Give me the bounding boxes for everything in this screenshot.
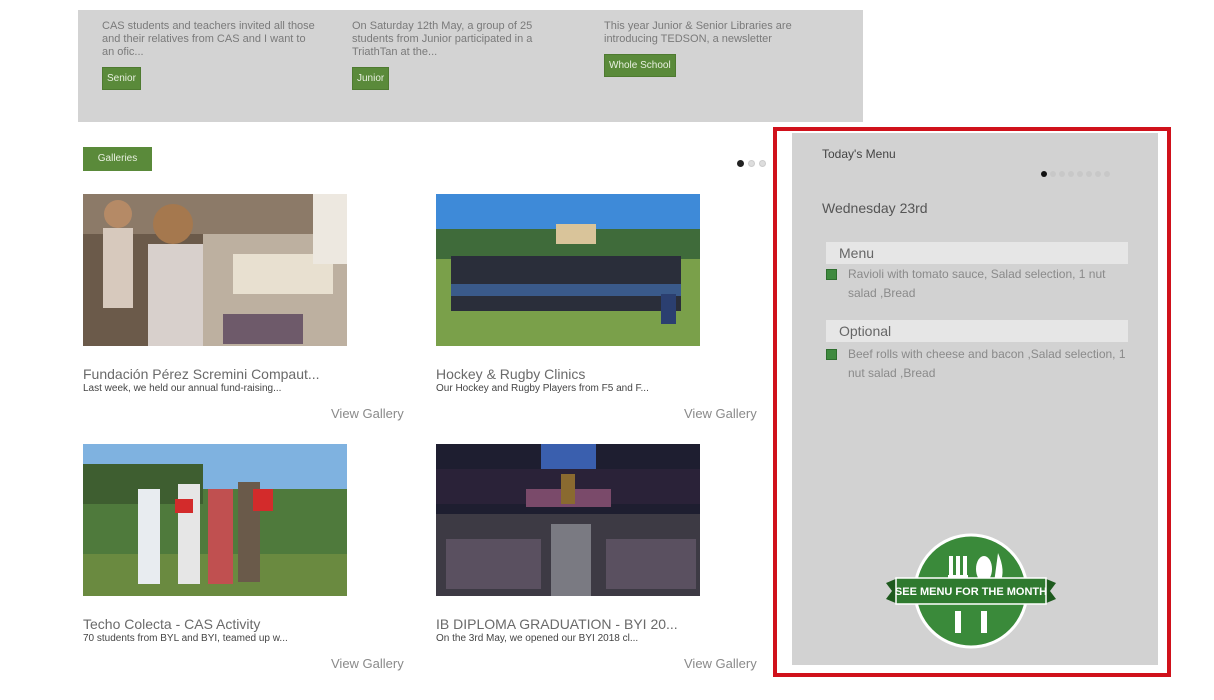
view-gallery-link[interactable]: View Gallery: [684, 656, 757, 671]
gallery-card: Hockey & Rugby Clinics Our Hockey and Ru…: [436, 194, 776, 394]
badge-text: SEE MENU FOR THE MONTH: [895, 586, 1047, 598]
carousel-dot[interactable]: [737, 160, 744, 167]
carousel-dot[interactable]: [1059, 171, 1065, 177]
view-gallery-link[interactable]: View Gallery: [331, 406, 404, 421]
gallery-card: Fundación Pérez Scremini Compaut... Last…: [83, 194, 423, 394]
menu-carousel-dots: [1041, 171, 1110, 177]
news-text[interactable]: This year Junior & Senior Libraries are …: [604, 20, 819, 49]
gallery-carousel-dots: [737, 160, 766, 167]
carousel-dot[interactable]: [759, 160, 766, 167]
check-icon: [826, 269, 837, 280]
menu-heading: Today's Menu: [822, 147, 896, 161]
gallery-description: 70 students from BYL and BYI, teamed up …: [83, 633, 288, 644]
gallery-title[interactable]: IB DIPLOMA GRADUATION - BYI 20...: [436, 616, 706, 632]
news-tag[interactable]: Junior: [352, 67, 390, 90]
gallery-description: Last week, we held our annual fund-raisi…: [83, 383, 282, 394]
news-text[interactable]: On Saturday 12th May, a group of 25 stud…: [352, 20, 567, 62]
news-tag[interactable]: Whole School: [604, 54, 676, 77]
see-menu-month-button[interactable]: SEE MENU FOR THE MONTH: [886, 531, 1056, 651]
menu-day: Wednesday 23rd: [822, 200, 928, 216]
menu-item: Beef rolls with cheese and bacon ,Salad …: [826, 345, 1126, 383]
news-strip: CAS students and teachers invited all th…: [78, 10, 863, 122]
menu-item: Ravioli with tomato sauce, Salad selecti…: [826, 265, 1126, 303]
gallery-title[interactable]: Fundación Pérez Scremini Compaut...: [83, 366, 353, 382]
carousel-dot[interactable]: [1086, 171, 1092, 177]
carousel-dot[interactable]: [1104, 171, 1110, 177]
gallery-image[interactable]: [436, 194, 700, 346]
view-gallery-link[interactable]: View Gallery: [331, 656, 404, 671]
gallery-description: Our Hockey and Rugby Players from F5 and…: [436, 383, 649, 394]
gallery-image[interactable]: [83, 444, 347, 596]
carousel-dot[interactable]: [1068, 171, 1074, 177]
gallery-image[interactable]: [436, 444, 700, 596]
news-item: This year Junior & Senior Libraries are …: [604, 20, 819, 77]
news-item: On Saturday 12th May, a group of 25 stud…: [352, 20, 567, 90]
gallery-card: IB DIPLOMA GRADUATION - BYI 20... On the…: [436, 444, 776, 644]
menu-section-title: Optional: [826, 320, 1128, 342]
news-tag[interactable]: Senior: [102, 67, 141, 90]
news-text[interactable]: CAS students and teachers invited all th…: [102, 20, 317, 62]
gallery-image[interactable]: [83, 194, 347, 346]
carousel-dot[interactable]: [748, 160, 755, 167]
menu-item-text: Beef rolls with cheese and bacon ,Salad …: [848, 347, 1126, 380]
gallery-title[interactable]: Techo Colecta - CAS Activity: [83, 616, 353, 632]
menu-section-title: Menu: [826, 242, 1128, 264]
gallery-title[interactable]: Hockey & Rugby Clinics: [436, 366, 706, 382]
view-gallery-link[interactable]: View Gallery: [684, 406, 757, 421]
carousel-dot[interactable]: [1050, 171, 1056, 177]
check-icon: [826, 349, 837, 360]
gallery-description: On the 3rd May, we opened our BYI 2018 c…: [436, 633, 639, 644]
galleries-button[interactable]: Galleries: [83, 147, 152, 171]
news-item: CAS students and teachers invited all th…: [102, 20, 317, 90]
menu-item-text: Ravioli with tomato sauce, Salad selecti…: [848, 267, 1106, 300]
carousel-dot[interactable]: [1077, 171, 1083, 177]
carousel-dot[interactable]: [1041, 171, 1047, 177]
gallery-card: Techo Colecta - CAS Activity 70 students…: [83, 444, 423, 644]
carousel-dot[interactable]: [1095, 171, 1101, 177]
